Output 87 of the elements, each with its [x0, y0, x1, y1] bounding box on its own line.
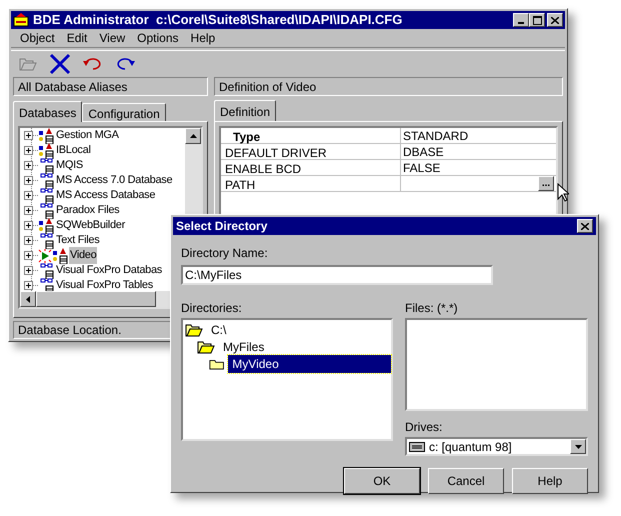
redo-icon[interactable] — [115, 56, 135, 70]
open-folder-icon — [185, 322, 203, 336]
scroll-left-button[interactable] — [20, 291, 36, 307]
database-icon — [38, 188, 54, 204]
field-label: Files: (*.*) — [405, 300, 459, 317]
tab[interactable]: Databases — [13, 101, 82, 122]
expand-icon[interactable] — [24, 221, 33, 230]
expand-icon[interactable] — [24, 161, 33, 170]
database-icon — [38, 232, 54, 248]
tree-item[interactable]: MS Access 7.0 Database — [55, 172, 174, 189]
dialog-button[interactable]: OK — [344, 468, 420, 494]
tree-item[interactable]: MQIS — [55, 157, 84, 174]
tree-item[interactable]: SQWebBuilder — [55, 217, 126, 234]
expand-icon[interactable] — [24, 131, 33, 140]
database-icon — [38, 142, 54, 158]
down-arrow-icon — [574, 444, 582, 448]
expand-icon[interactable] — [24, 176, 33, 185]
dialog-button[interactable]: Help — [512, 468, 588, 494]
expand-icon[interactable] — [24, 251, 33, 260]
panel-header: Definition of Video — [214, 77, 563, 96]
tree-item[interactable]: Video — [69, 247, 98, 264]
expand-icon[interactable] — [24, 191, 33, 200]
tab[interactable]: Configuration — [82, 103, 166, 121]
directory-item[interactable]: C:\ — [207, 320, 230, 338]
expand-icon[interactable] — [24, 236, 33, 245]
file-list[interactable] — [405, 318, 588, 411]
property-name: PATH — [221, 176, 401, 191]
database-icon — [38, 158, 54, 174]
menu-item[interactable]: Help — [186, 29, 220, 47]
close-icon — [581, 222, 589, 230]
expand-icon[interactable] — [24, 146, 33, 155]
browse-button[interactable]: ... — [538, 176, 554, 191]
directory-name-field[interactable]: C:\MyFiles — [181, 265, 493, 285]
field-label: Drives: — [405, 419, 444, 436]
tree-item[interactable]: MS Access Database — [55, 187, 156, 204]
delete-icon[interactable] — [49, 52, 71, 74]
scroll-up-button[interactable] — [185, 128, 201, 144]
tree-item[interactable]: Text Files — [55, 232, 100, 249]
field-label: Directory Name: — [181, 245, 269, 262]
panel-header: All Database Aliases — [13, 77, 208, 96]
property-name: ENABLE BCD — [221, 160, 401, 175]
maximize-button[interactable] — [529, 13, 545, 27]
property-name: Type — [221, 128, 401, 143]
expand-icon[interactable] — [24, 206, 33, 215]
dropdown-button[interactable] — [570, 439, 586, 454]
property-value: FALSE — [403, 160, 440, 176]
window-title: BDE Administrator c:\Corel\Suite8\Shared\IDAPI\IDAPI.CFG — [33, 11, 402, 30]
close-icon — [551, 16, 559, 24]
up-arrow-icon — [190, 134, 196, 138]
tree-item[interactable]: Visual FoxPro Tables — [55, 277, 154, 294]
app-icon — [13, 13, 29, 27]
close-button[interactable] — [547, 13, 563, 27]
field-label: Directories: — [181, 300, 243, 317]
minimize-button[interactable] — [513, 13, 529, 27]
drive-dropdown[interactable]: c: [quantum 98] — [405, 437, 588, 456]
dialog-button[interactable]: Cancel — [428, 468, 504, 494]
left-arrow-icon — [26, 296, 30, 302]
directory-item[interactable]: MyFiles — [219, 338, 268, 356]
database-icon — [38, 218, 54, 234]
property-value: STANDARD — [403, 128, 468, 144]
database-icon — [52, 248, 68, 264]
directory-item[interactable]: MyVideo — [228, 354, 391, 372]
property-value: DBASE — [403, 144, 444, 160]
directory-list[interactable]: C:\ MyFiles MyVideo — [181, 318, 393, 441]
undo-icon[interactable] — [83, 56, 103, 70]
expand-icon[interactable] — [24, 266, 33, 275]
menu-item[interactable]: Edit — [62, 29, 92, 47]
tree-item[interactable]: Paradox Files — [55, 202, 120, 219]
tab[interactable]: Definition — [214, 100, 276, 121]
scroll-thumb[interactable] — [36, 291, 156, 307]
drive-value: c: [quantum 98] — [429, 438, 512, 456]
maximize-icon — [532, 16, 542, 24]
tree-item[interactable]: Gestion MGA — [55, 128, 120, 144]
menu-item[interactable]: Options — [132, 29, 184, 47]
close-button[interactable] — [577, 219, 593, 233]
property-name: DEFAULT DRIVER — [221, 144, 401, 159]
drive-icon — [409, 442, 425, 452]
menu-item[interactable]: Object — [15, 29, 60, 47]
database-icon — [38, 202, 54, 218]
menu-item[interactable]: View — [94, 29, 130, 47]
expand-icon[interactable] — [24, 281, 33, 290]
tree-item[interactable]: Visual FoxPro Databas — [55, 262, 163, 279]
dialog-title: Select Directory — [176, 218, 268, 235]
tree-item[interactable]: IBLocal — [55, 142, 92, 159]
open-folder-icon — [197, 340, 215, 354]
database-icon — [38, 172, 54, 188]
database-icon — [38, 262, 54, 278]
